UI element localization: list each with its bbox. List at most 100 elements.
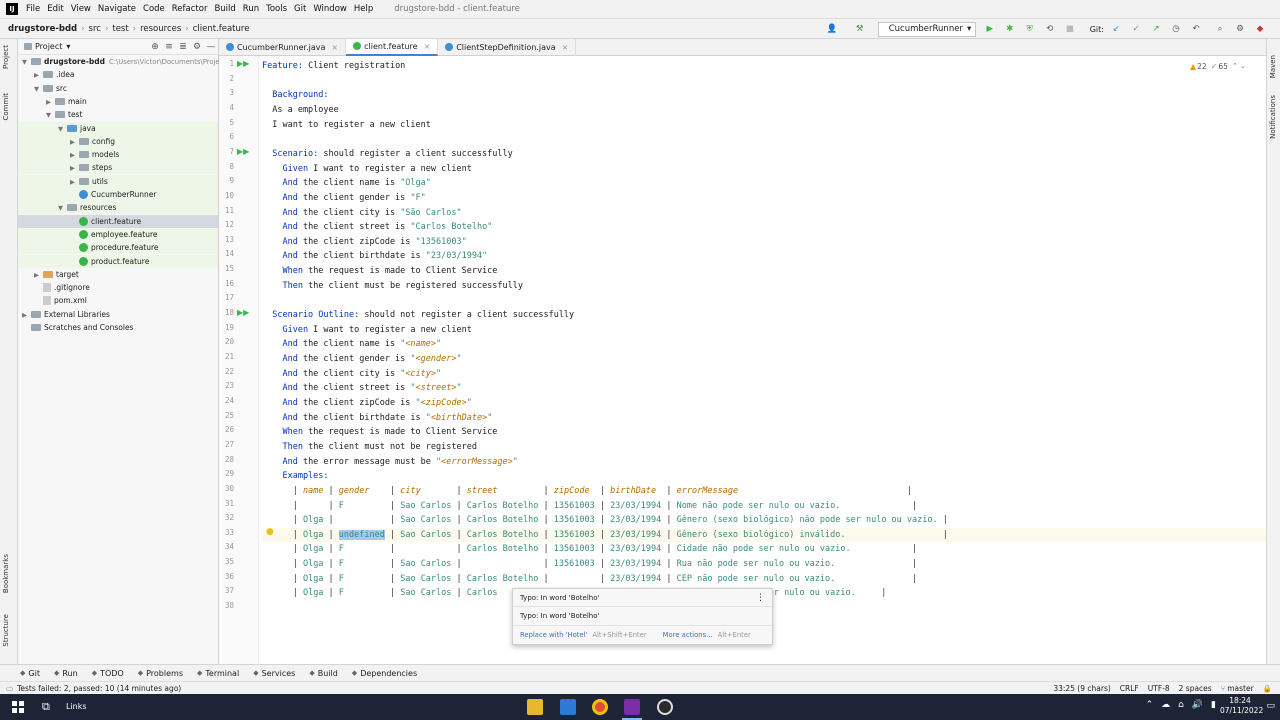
tab-clientstepdefinition-java[interactable]: ClientStepDefinition.java ×	[438, 38, 577, 56]
lightbulb-icon[interactable]: ●	[266, 527, 274, 537]
menu-help[interactable]: Help	[354, 4, 373, 14]
chevron-down-icon[interactable]: ⌄	[1240, 62, 1246, 70]
git-branch[interactable]: master	[1227, 684, 1253, 693]
menu-refactor[interactable]: Refactor	[172, 4, 208, 14]
stop-icon[interactable]: ■	[1062, 24, 1078, 34]
notifications-tool-tab[interactable]: Notifications	[1269, 95, 1277, 139]
tree-item-java[interactable]: ▼ java	[18, 121, 218, 135]
menu-git[interactable]: Git	[294, 4, 306, 14]
tree-item-steps[interactable]: ▶ steps	[18, 161, 218, 175]
chevron-down-icon[interactable]: ▼	[34, 83, 43, 96]
chrome-icon[interactable]	[592, 699, 608, 715]
notification-center-icon[interactable]: ▭	[1266, 701, 1275, 711]
status-message[interactable]: Tests failed: 2, passed: 10 (14 minutes …	[17, 684, 181, 693]
tree-item-idea[interactable]: ▶ .idea	[18, 68, 218, 81]
chevron-right-icon[interactable]: ▶	[34, 269, 43, 282]
cloud-icon[interactable]: ☁	[1161, 700, 1170, 710]
more-options-icon[interactable]: ⋮	[756, 593, 765, 603]
tab-cucumberrunner-java[interactable]: CucumberRunner.java ×	[219, 38, 347, 56]
menu-code[interactable]: Code	[143, 4, 165, 14]
tree-item-gitignore[interactable]: .gitignore	[18, 281, 218, 294]
tree-item-cucumberrunner[interactable]: CucumberRunner	[18, 188, 218, 201]
caret-position[interactable]: 33:25 (9 chars)	[1053, 684, 1110, 693]
git-commit-icon[interactable]: ✓	[1128, 24, 1144, 34]
replace-with-hotel-action[interactable]: Replace with 'Hotel'	[520, 631, 587, 639]
profile-icon[interactable]: ⟲	[1042, 24, 1058, 34]
menu-tools[interactable]: Tools	[266, 4, 287, 14]
run-test-icon[interactable]: ▶▶	[237, 308, 249, 317]
bookmarks-tool-tab[interactable]: Bookmarks	[2, 554, 10, 593]
structure-tool-tab[interactable]: Structure	[2, 614, 10, 647]
menu-window[interactable]: Window	[313, 4, 347, 14]
breadcrumb-item[interactable]: resources	[140, 24, 181, 34]
tree-item-drugstore-bdd[interactable]: ▼ drugstore-bdd C:\Users\Victor\Documents\…	[18, 55, 220, 69]
tool-window-services[interactable]: ◆ Services	[253, 669, 295, 678]
chevron-right-icon[interactable]: ▶	[70, 136, 79, 149]
tree-item-employee-feature[interactable]: employee.feature	[18, 227, 218, 241]
chevron-right-icon[interactable]: ▶	[22, 309, 31, 322]
more-actions-link[interactable]: More actions...	[663, 631, 713, 639]
git-update-icon[interactable]: ↙	[1108, 24, 1124, 34]
chevron-up-icon[interactable]: ⌃	[1232, 62, 1238, 70]
git-push-icon[interactable]: ↗	[1148, 24, 1164, 34]
intellij-taskbar-icon[interactable]	[624, 699, 640, 715]
clock-time[interactable]: 18:24	[1220, 696, 1260, 705]
tree-item-utils[interactable]: ▶ utils	[18, 174, 218, 188]
taskbar-links-label[interactable]: Links	[66, 702, 87, 711]
run-test-icon[interactable]: ▶▶	[237, 59, 249, 68]
tree-item-procedure-feature[interactable]: procedure.feature	[18, 241, 218, 255]
chevron-right-icon[interactable]: ▶	[70, 149, 79, 162]
search-icon[interactable]: ⌕	[1212, 24, 1228, 34]
menu-edit[interactable]: Edit	[47, 4, 63, 14]
intellij-logo-icon[interactable]: IJ	[6, 3, 18, 15]
hammer-icon[interactable]: ⚒	[852, 24, 868, 34]
hide-icon[interactable]: —	[204, 42, 218, 52]
settings-icon[interactable]: ⚙	[1232, 24, 1248, 34]
chevron-down-icon[interactable]: ▼	[46, 109, 55, 122]
coverage-icon[interactable]: ⛨	[1022, 24, 1038, 34]
chevron-right-icon[interactable]: ▶	[70, 162, 79, 175]
tool-window-dependencies[interactable]: ◆ Dependencies	[352, 669, 417, 678]
rollback-icon[interactable]: ↶	[1188, 24, 1204, 34]
network-icon[interactable]: ⌂	[1178, 700, 1184, 710]
chevron-down-icon[interactable]: ▼	[58, 202, 67, 215]
history-icon[interactable]: ◷	[1168, 24, 1184, 34]
obs-icon[interactable]	[657, 699, 673, 715]
tree-item-product-feature[interactable]: product.feature	[18, 254, 218, 268]
clock-date[interactable]: 07/11/2022	[1220, 706, 1263, 715]
breadcrumb-item[interactable]: src	[89, 24, 101, 34]
chevron-up-icon[interactable]: ⌃	[1146, 700, 1154, 710]
file-encoding[interactable]: UTF-8	[1148, 684, 1170, 693]
chevron-right-icon[interactable]: ▶	[34, 69, 43, 82]
task-view-icon[interactable]: ⧉	[42, 700, 50, 714]
code-editor[interactable]: Feature: Client registration Background:…	[262, 56, 1266, 664]
tree-item-pom-xml[interactable]: pom.xml	[18, 294, 218, 307]
chevron-down-icon[interactable]: ▼	[22, 56, 31, 69]
tree-item-external-libraries[interactable]: ▶ External Libraries	[18, 308, 218, 321]
debug-icon[interactable]: ✱	[1002, 24, 1018, 34]
tool-window-build[interactable]: ◆ Build	[309, 669, 337, 678]
menu-run[interactable]: Run	[243, 4, 259, 14]
indent-setting[interactable]: 2 spaces	[1179, 684, 1212, 693]
tool-window-problems[interactable]: ◆ Problems	[138, 669, 183, 678]
project-panel-title[interactable]: Project	[35, 42, 62, 51]
close-icon[interactable]: ×	[424, 42, 431, 51]
menu-build[interactable]: Build	[214, 4, 235, 14]
run-test-icon[interactable]: ▶▶	[237, 147, 249, 156]
tool-window-run[interactable]: ◆ Run	[54, 669, 78, 678]
tree-item-target[interactable]: ▶ target	[18, 268, 218, 281]
inspection-widget[interactable]: ▲ 22 ✓ 65 ⌃ ⌄	[1190, 60, 1246, 72]
breadcrumb-item[interactable]: client.feature	[193, 24, 250, 34]
tool-window-todo[interactable]: ◆ TODO	[92, 669, 124, 678]
breadcrumb-item[interactable]: drugstore-bdd	[8, 24, 77, 34]
tool-window-git[interactable]: ◆ Git	[20, 669, 40, 678]
tab-client-feature[interactable]: client.feature ×	[346, 38, 439, 56]
tool-window-terminal[interactable]: ◆ Terminal	[197, 669, 239, 678]
ide-logo-icon[interactable]: ◆	[1252, 24, 1268, 34]
collapse-all-icon[interactable]: ≣	[176, 42, 190, 52]
run-icon[interactable]: ▶	[982, 24, 998, 34]
menu-file[interactable]: File	[26, 4, 40, 14]
lock-icon[interactable]: 🔒	[1263, 684, 1272, 693]
run-config-select[interactable]: CucumberRunner ▾	[877, 21, 976, 37]
project-tool-tab[interactable]: Project	[2, 45, 10, 69]
